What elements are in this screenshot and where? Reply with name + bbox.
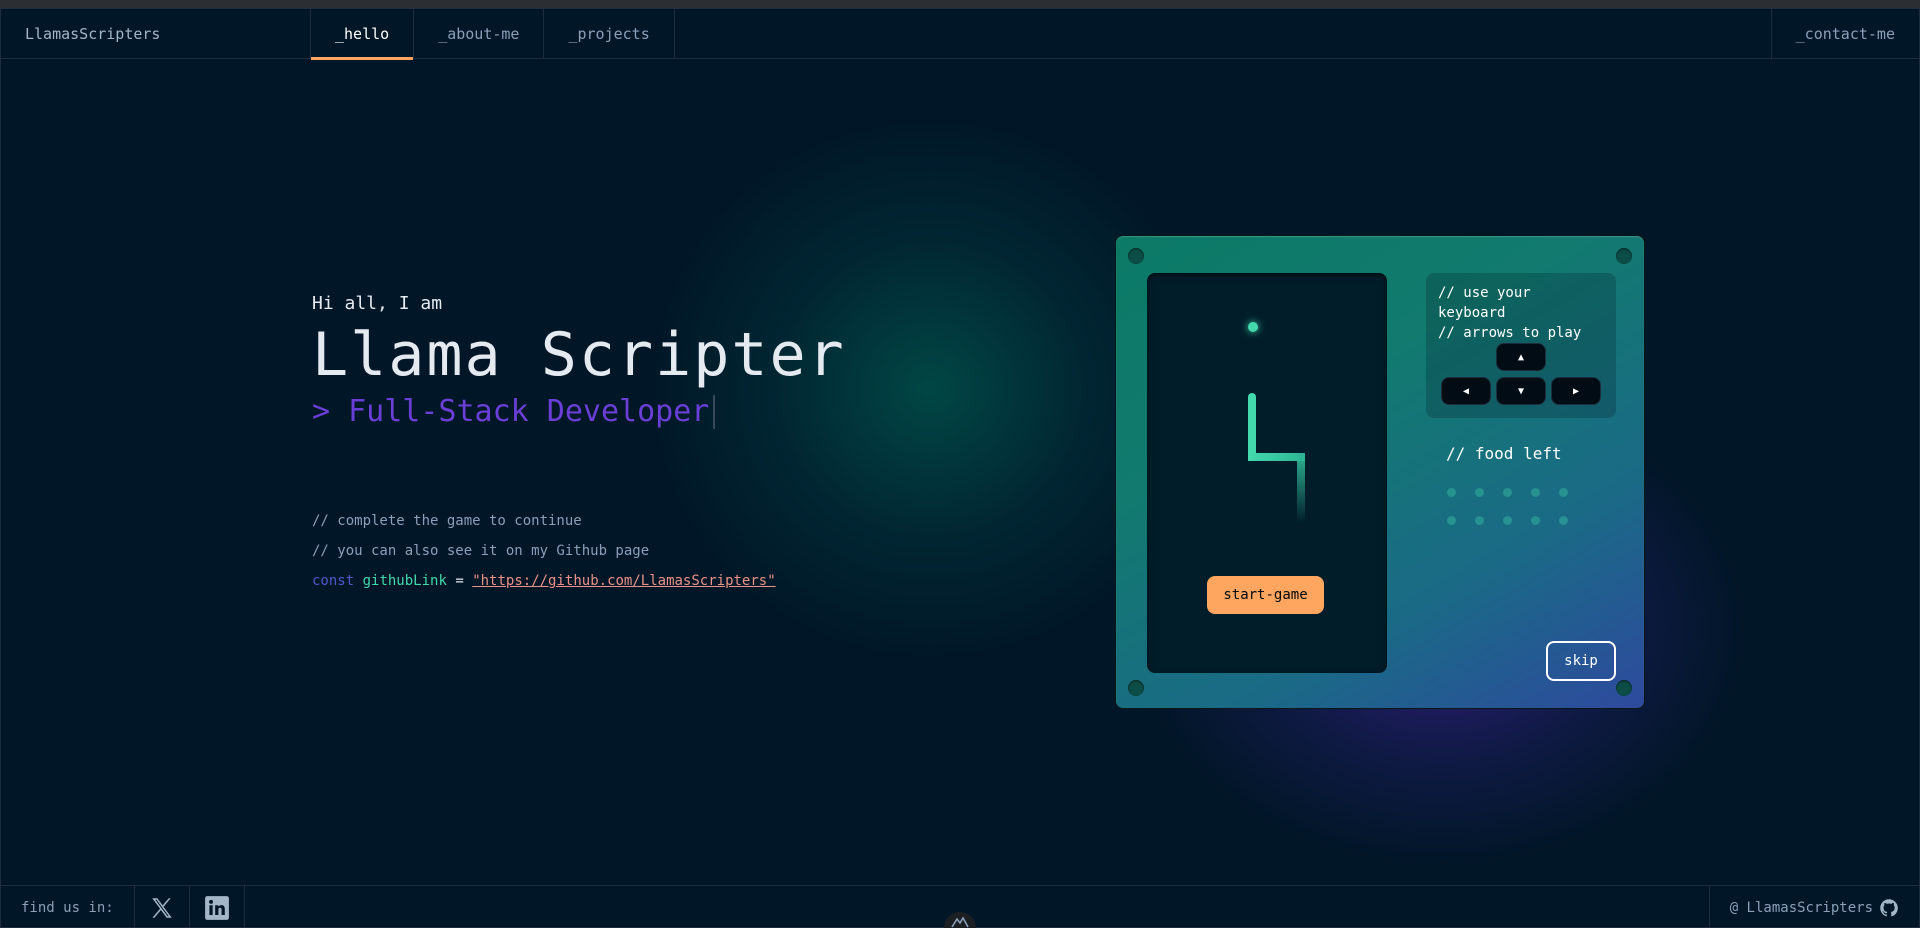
hero-role: > Full-Stack Developer <box>312 394 846 429</box>
food-left-label: // food left <box>1446 444 1562 463</box>
code-equals: = <box>455 573 464 589</box>
code-variable: githubLink <box>362 573 447 589</box>
food-left-dot <box>1503 488 1512 497</box>
food-pellet <box>1248 322 1258 332</box>
comment-complete-game: // complete the game to continue <box>312 513 582 529</box>
find-us-label: find us in: <box>1 886 135 927</box>
board-screw <box>1128 248 1144 264</box>
github-icon <box>1880 898 1898 916</box>
greeting: Hi all, I am <box>312 293 443 314</box>
hero-section: Hi all, I am Llama Scripter > Full-Stack… <box>312 293 846 589</box>
comment-github: // you can also see it on my Github page <box>312 543 650 559</box>
food-left-dot <box>1503 516 1512 525</box>
board-screw <box>1128 680 1144 696</box>
tab-contact-me[interactable]: _contact-me <box>1770 9 1919 59</box>
role-text: Full-Stack Developer <box>348 394 710 429</box>
tab-hello[interactable]: _hello <box>311 9 415 60</box>
food-left-dot <box>1531 488 1540 497</box>
linkedin-icon <box>204 895 229 920</box>
food-left-dot <box>1559 516 1568 525</box>
food-left-dot <box>1559 488 1568 497</box>
hero-comments: // complete the game to continue // you … <box>312 513 846 589</box>
food-left-dot <box>1447 488 1456 497</box>
snake-segment <box>1297 453 1305 523</box>
role-prompt: > <box>312 394 331 429</box>
site-brand[interactable]: LlamasScripters <box>1 9 311 59</box>
board-screw <box>1616 248 1632 264</box>
mountain-icon <box>951 916 969 928</box>
arrow-up-key[interactable]: ▲ <box>1496 343 1546 371</box>
snake-game-board: start-game // use your keyboard // arrow… <box>1115 235 1645 709</box>
food-left-dot <box>1531 516 1540 525</box>
snake-segment <box>1248 393 1256 459</box>
tab-about-me[interactable]: _about-me <box>414 9 545 59</box>
code-keyword: const <box>312 573 355 589</box>
linkedin-social-link[interactable] <box>190 886 245 927</box>
github-profile-link[interactable]: @ LlamasScripters <box>1708 886 1919 927</box>
food-left-dot <box>1447 516 1456 525</box>
page-frame: LlamasScripters _hello _about-me _projec… <box>0 8 1920 928</box>
start-game-button[interactable]: start-game <box>1207 576 1324 614</box>
text-caret <box>713 394 716 429</box>
arrow-right-key[interactable]: ▶ <box>1551 377 1601 405</box>
hero-name: Llama Scripter <box>312 320 846 390</box>
arrow-down-key[interactable]: ▼ <box>1496 377 1546 405</box>
window-top-strip <box>0 0 1920 8</box>
board-screw <box>1616 680 1632 696</box>
food-left-dot <box>1475 488 1484 497</box>
github-handle: @ LlamasScripters <box>1729 899 1873 916</box>
tab-projects[interactable]: _projects <box>544 9 675 59</box>
x-social-link[interactable] <box>135 886 190 927</box>
skip-button[interactable]: skip <box>1546 641 1616 681</box>
game-screen[interactable]: start-game <box>1147 273 1387 673</box>
github-link[interactable]: "https://github.com/LlamasScripters" <box>472 573 775 589</box>
controls-panel: // use your keyboard // arrows to play ▲… <box>1426 273 1616 418</box>
code-line: const githubLink = "https://github.com/L… <box>312 573 846 589</box>
instructions-line-2: // arrows to play <box>1438 325 1582 341</box>
x-icon <box>151 897 172 918</box>
instructions-line-1: // use your keyboard <box>1438 285 1531 321</box>
top-nav: LlamasScripters _hello _about-me _projec… <box>1 9 1919 60</box>
arrow-left-key[interactable]: ◀ <box>1441 377 1491 405</box>
food-left-dot <box>1475 516 1484 525</box>
